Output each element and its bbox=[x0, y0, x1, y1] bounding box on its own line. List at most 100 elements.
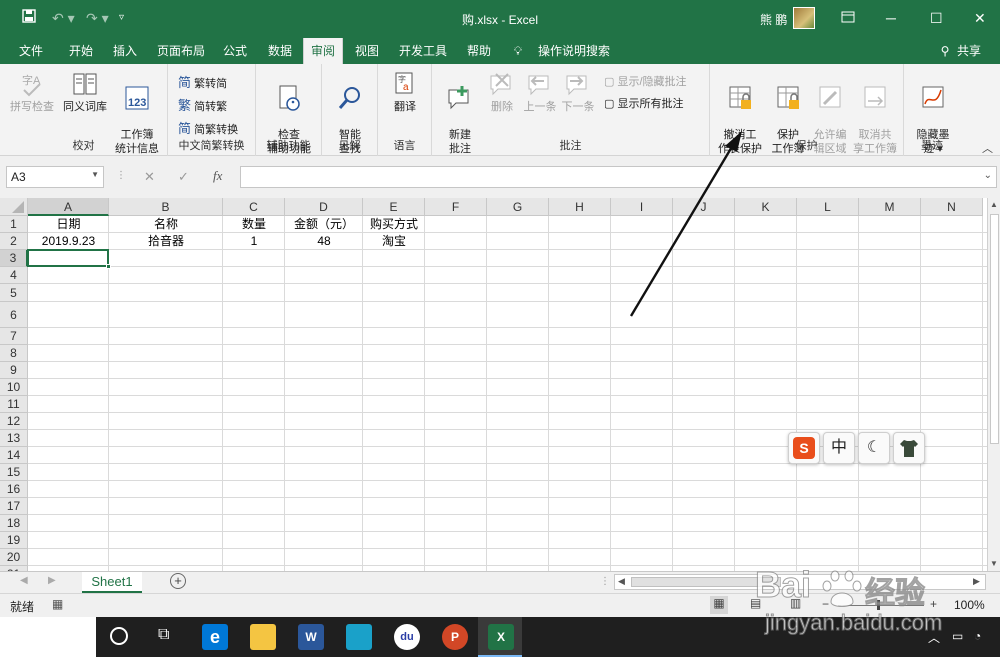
zoom-slider[interactable] bbox=[838, 605, 924, 606]
zoom-level[interactable]: 100% bbox=[954, 598, 985, 612]
hscroll-left-icon[interactable]: ◀ bbox=[618, 576, 625, 587]
user-name[interactable]: 熊 鹏 bbox=[760, 11, 787, 28]
word-icon[interactable]: W bbox=[298, 624, 324, 650]
row-header-8[interactable]: 8 bbox=[0, 345, 28, 362]
column-header-b[interactable]: B bbox=[109, 198, 223, 216]
column-header-c[interactable]: C bbox=[223, 198, 285, 216]
show-hide-comment-button[interactable]: ▢ 显示/隐藏批注 bbox=[604, 73, 687, 89]
row-header-3[interactable]: 3 bbox=[0, 250, 28, 267]
row-header-10[interactable]: 10 bbox=[0, 379, 28, 396]
cell-d2[interactable]: 48 bbox=[285, 233, 363, 250]
column-header-k[interactable]: K bbox=[735, 198, 797, 216]
ime-chinese-mode[interactable]: 中 bbox=[823, 432, 855, 464]
convert-chinese-button[interactable]: 简 简繁转换 bbox=[178, 118, 238, 137]
tab-data[interactable]: 数据 bbox=[258, 38, 302, 64]
spelling-button[interactable]: 字A 拼写检查 bbox=[8, 70, 56, 114]
row-header-4[interactable]: 4 bbox=[0, 267, 28, 284]
tab-home[interactable]: 开始 bbox=[60, 38, 102, 64]
column-header-m[interactable]: M bbox=[859, 198, 921, 216]
row-header-17[interactable]: 17 bbox=[0, 498, 28, 515]
page-break-preview-icon[interactable]: ▥ bbox=[790, 596, 801, 610]
network-icon[interactable]: ◔ bbox=[974, 629, 981, 643]
column-header-a[interactable]: A bbox=[28, 198, 109, 216]
cell-d1[interactable]: 金额（元） bbox=[285, 216, 363, 233]
select-all-corner[interactable] bbox=[0, 198, 28, 216]
row-header-13[interactable]: 13 bbox=[0, 430, 28, 447]
name-box[interactable]: A3 ▼ bbox=[6, 166, 104, 188]
vertical-scrollbar[interactable]: ▲ ▼ bbox=[987, 198, 1000, 571]
column-header-n[interactable]: N bbox=[921, 198, 983, 216]
minimize-icon[interactable]: ─ bbox=[886, 9, 896, 27]
cancel-icon[interactable]: ✕ bbox=[144, 169, 155, 185]
row-header-12[interactable]: 12 bbox=[0, 413, 28, 430]
sheet-scroll-left-icon[interactable]: ◀ bbox=[20, 575, 28, 586]
row-header-18[interactable]: 18 bbox=[0, 515, 28, 532]
battery-icon[interactable]: ▭ bbox=[952, 629, 963, 643]
column-header-e[interactable]: E bbox=[363, 198, 425, 216]
maximize-icon[interactable]: ☐ bbox=[930, 9, 943, 27]
row-header-15[interactable]: 15 bbox=[0, 464, 28, 481]
cell-a2[interactable]: 2019.9.23 bbox=[28, 233, 109, 250]
avatar[interactable] bbox=[793, 7, 815, 29]
column-header-i[interactable]: I bbox=[611, 198, 673, 216]
tab-insert[interactable]: 插入 bbox=[104, 38, 146, 64]
cell-a1[interactable]: 日期 bbox=[28, 216, 109, 233]
normal-view-icon[interactable]: ▦ bbox=[710, 596, 728, 614]
ime-skin-icon[interactable] bbox=[893, 432, 925, 464]
thesaurus-button[interactable]: 同义词库 bbox=[60, 70, 110, 114]
ime-sogou-icon[interactable]: S bbox=[788, 432, 820, 464]
close-icon[interactable]: ✕ bbox=[974, 9, 986, 27]
column-header-g[interactable]: G bbox=[487, 198, 549, 216]
file-explorer-icon[interactable] bbox=[250, 624, 276, 650]
next-comment-button[interactable]: 下一条 bbox=[558, 70, 598, 114]
row-header-6[interactable]: 6 bbox=[0, 302, 28, 328]
row-header-1[interactable]: 1 bbox=[0, 216, 28, 233]
enter-icon[interactable]: ✓ bbox=[178, 169, 189, 185]
cell-b1[interactable]: 名称 bbox=[109, 216, 223, 233]
tab-formulas[interactable]: 公式 bbox=[214, 38, 256, 64]
translate-button[interactable]: a字 翻译 bbox=[384, 70, 426, 114]
tell-me-search[interactable]: 操作说明搜索 bbox=[534, 38, 614, 64]
collapse-ribbon-icon[interactable]: ︿ bbox=[982, 140, 993, 156]
tray-chevron-icon[interactable]: ︿ bbox=[928, 629, 940, 646]
delete-comment-button[interactable]: 删除 bbox=[482, 70, 522, 114]
zoom-slider-thumb[interactable] bbox=[877, 600, 880, 610]
expand-formula-icon[interactable]: ⌄ bbox=[984, 170, 992, 181]
powerpoint-icon[interactable]: P bbox=[442, 624, 468, 650]
cell-e1[interactable]: 购买方式 bbox=[363, 216, 425, 233]
column-header-j[interactable]: J bbox=[673, 198, 735, 216]
cell-c2[interactable]: 1 bbox=[223, 233, 285, 250]
tab-help[interactable]: 帮助 bbox=[458, 38, 500, 64]
vertical-scroll-thumb[interactable] bbox=[990, 214, 999, 444]
add-sheet-icon[interactable]: + bbox=[170, 573, 186, 589]
show-all-comments-button[interactable]: ▢ 显示所有批注 bbox=[604, 95, 683, 111]
sheet-scroll-right-icon[interactable]: ▶ bbox=[48, 575, 56, 586]
taskbar-app-icon[interactable] bbox=[346, 624, 372, 650]
column-header-f[interactable]: F bbox=[425, 198, 487, 216]
row-header-16[interactable]: 16 bbox=[0, 481, 28, 498]
previous-comment-button[interactable]: 上一条 bbox=[520, 70, 560, 114]
column-header-h[interactable]: H bbox=[549, 198, 611, 216]
cell-b2[interactable]: 拾音器 bbox=[109, 233, 223, 250]
row-header-5[interactable]: 5 bbox=[0, 284, 28, 302]
cortana-icon[interactable] bbox=[110, 627, 128, 645]
zoom-out-icon[interactable]: − bbox=[822, 597, 829, 611]
fill-handle[interactable] bbox=[106, 264, 111, 269]
ime-moon-icon[interactable]: ☾ bbox=[858, 432, 890, 464]
row-header-19[interactable]: 19 bbox=[0, 532, 28, 549]
row-header-7[interactable]: 7 bbox=[0, 328, 28, 345]
tab-page-layout[interactable]: 页面布局 bbox=[150, 38, 212, 64]
sheet-tab-sheet1[interactable]: Sheet1 bbox=[82, 572, 142, 593]
tab-split-grip-icon[interactable]: ⋮ bbox=[600, 576, 610, 587]
tab-developer[interactable]: 开发工具 bbox=[390, 38, 456, 64]
macro-record-icon[interactable]: ▦ bbox=[52, 597, 63, 611]
insert-function-icon[interactable]: fx bbox=[213, 168, 222, 184]
edge-icon[interactable]: e bbox=[202, 624, 228, 650]
selected-cell-a3[interactable] bbox=[27, 249, 111, 269]
row-header-11[interactable]: 11 bbox=[0, 396, 28, 413]
page-layout-view-icon[interactable]: ▤ bbox=[750, 596, 761, 610]
name-box-dropdown-icon[interactable]: ▼ bbox=[91, 170, 99, 179]
row-header-9[interactable]: 9 bbox=[0, 362, 28, 379]
cell-c1[interactable]: 数量 bbox=[223, 216, 285, 233]
task-view-icon[interactable]: ⧉ bbox=[158, 626, 169, 644]
